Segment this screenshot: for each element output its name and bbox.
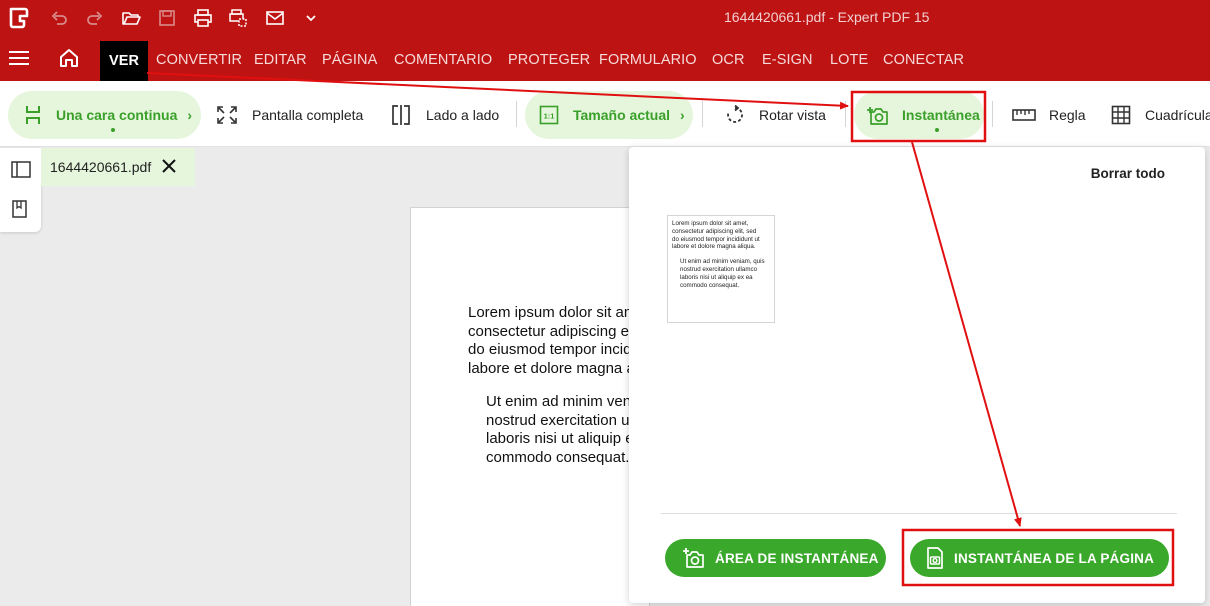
open-folder-icon[interactable] <box>118 6 144 30</box>
mail-icon[interactable] <box>262 6 288 30</box>
menu-convertir[interactable]: CONVERTIR <box>156 52 242 68</box>
ruler-button[interactable]: Regla <box>1012 91 1086 139</box>
app-logo-icon <box>9 7 29 29</box>
undo-icon[interactable] <box>46 6 72 30</box>
menu-bar: VER CONVERTIR EDITAR PÁGINA COMENTARIO P… <box>0 36 1210 81</box>
document-tab-label: 1644420661.pdf <box>50 159 152 175</box>
page-paragraph-1: Lorem ipsum dolor sit amet, consectetur … <box>468 304 651 377</box>
snapshot-panel: Borrar todo Lorem ipsum dolor sit amet, … <box>629 147 1205 603</box>
rotate-view-label: Rotar vista <box>759 107 826 123</box>
snapshot-label: Instantánea <box>902 107 980 123</box>
active-indicator-dot <box>935 128 939 132</box>
chevron-down-icon[interactable] <box>298 6 324 30</box>
thumbnail-paragraph-2: Ut enim ad minim veniam, quis nostrud ex… <box>680 258 765 289</box>
bookmark-panel-icon[interactable] <box>11 200 29 220</box>
single-continuous-label: Una cara continua <box>56 107 178 123</box>
page-camera-icon <box>927 547 943 569</box>
toolbar-separator <box>845 101 846 127</box>
side-by-side-icon <box>392 105 410 125</box>
grid-label: Cuadrícula <box>1145 107 1210 123</box>
snapshot-button[interactable]: Instantánea <box>854 91 984 139</box>
camera-add-icon <box>867 107 888 125</box>
page-snapshot-label: INSTANTÁNEA DE LA PÁGINA <box>954 550 1155 566</box>
actual-size-icon: 1:1 <box>539 105 559 125</box>
full-screen-label: Pantalla completa <box>252 107 364 123</box>
save-icon[interactable] <box>154 6 180 30</box>
continuous-page-icon <box>26 106 40 124</box>
toolbar-separator <box>992 101 993 127</box>
thumbnails-panel-icon[interactable] <box>11 161 31 179</box>
print-icon[interactable] <box>190 6 216 30</box>
menu-ocr[interactable]: OCR <box>712 52 745 68</box>
chevron-right-icon: › <box>187 107 193 123</box>
clear-all-button[interactable]: Borrar todo <box>1091 166 1165 181</box>
full-screen-button[interactable]: Pantalla completa <box>216 91 363 139</box>
thumbnail-paragraph-1: Lorem ipsum dolor sit amet, consectetur … <box>672 220 760 251</box>
actual-size-label: Tamaño actual <box>573 107 670 123</box>
title-bar: 1644420661.pdf - Expert PDF 15 <box>0 0 1210 36</box>
panel-divider <box>661 513 1177 514</box>
menu-pagina[interactable]: PÁGINA <box>322 52 377 68</box>
ribbon-toolbar: Una cara continua › Pantalla completa La… <box>0 81 1210 147</box>
single-continuous-button[interactable]: Una cara continua › <box>8 91 201 139</box>
menu-ver[interactable]: VER <box>100 41 149 81</box>
toolbar-separator <box>516 101 517 127</box>
svg-text:1:1: 1:1 <box>544 112 555 121</box>
pdf-page: Lorem ipsum dolor sit amet, consectetur … <box>410 207 651 606</box>
side-panel-toggles <box>0 148 41 232</box>
page-snapshot-button[interactable]: INSTANTÁNEA DE LA PÁGINA <box>910 539 1169 577</box>
grid-icon <box>1111 105 1131 125</box>
menu-editar[interactable]: EDITAR <box>254 52 307 68</box>
area-snapshot-label: ÁREA DE INSTANTÁNEA <box>715 550 879 566</box>
grid-button[interactable]: Cuadrícula <box>1111 91 1210 139</box>
hamburger-menu-icon[interactable] <box>9 50 29 66</box>
document-tab[interactable]: 1644420661.pdf <box>41 148 195 186</box>
rotate-view-icon <box>727 105 743 123</box>
menu-lote[interactable]: LOTE <box>830 52 868 68</box>
ruler-icon <box>1012 109 1036 121</box>
window-title: 1644420661.pdf - Expert PDF 15 <box>724 9 930 25</box>
area-snapshot-button[interactable]: ÁREA DE INSTANTÁNEA <box>665 539 886 577</box>
ruler-label: Regla <box>1049 107 1086 123</box>
side-by-side-button[interactable]: Lado a lado <box>391 91 499 139</box>
menu-proteger[interactable]: PROTEGER <box>508 52 590 68</box>
menu-formulario[interactable]: FORMULARIO <box>599 52 697 68</box>
redo-icon[interactable] <box>82 6 108 30</box>
chevron-right-icon: › <box>680 107 685 123</box>
snapshot-thumbnail[interactable]: Lorem ipsum dolor sit amet, consectetur … <box>667 215 775 323</box>
home-icon[interactable] <box>58 48 80 68</box>
active-indicator-dot <box>111 128 115 132</box>
print-settings-icon[interactable] <box>225 6 251 30</box>
rotate-view-button[interactable]: Rotar vista <box>725 91 826 139</box>
camera-add-icon <box>683 548 704 568</box>
menu-conectar[interactable]: CONECTAR <box>883 52 964 68</box>
full-screen-icon <box>217 106 237 124</box>
close-icon[interactable] <box>161 158 177 174</box>
menu-e-sign[interactable]: E-SIGN <box>762 52 813 68</box>
side-by-side-label: Lado a lado <box>426 107 500 123</box>
actual-size-button[interactable]: 1:1 Tamaño actual › <box>525 91 693 139</box>
page-paragraph-2: Ut enim ad minim veniam, quis nostrud ex… <box>486 393 651 466</box>
menu-comentario[interactable]: COMENTARIO <box>394 52 492 68</box>
toolbar-separator <box>702 101 703 127</box>
